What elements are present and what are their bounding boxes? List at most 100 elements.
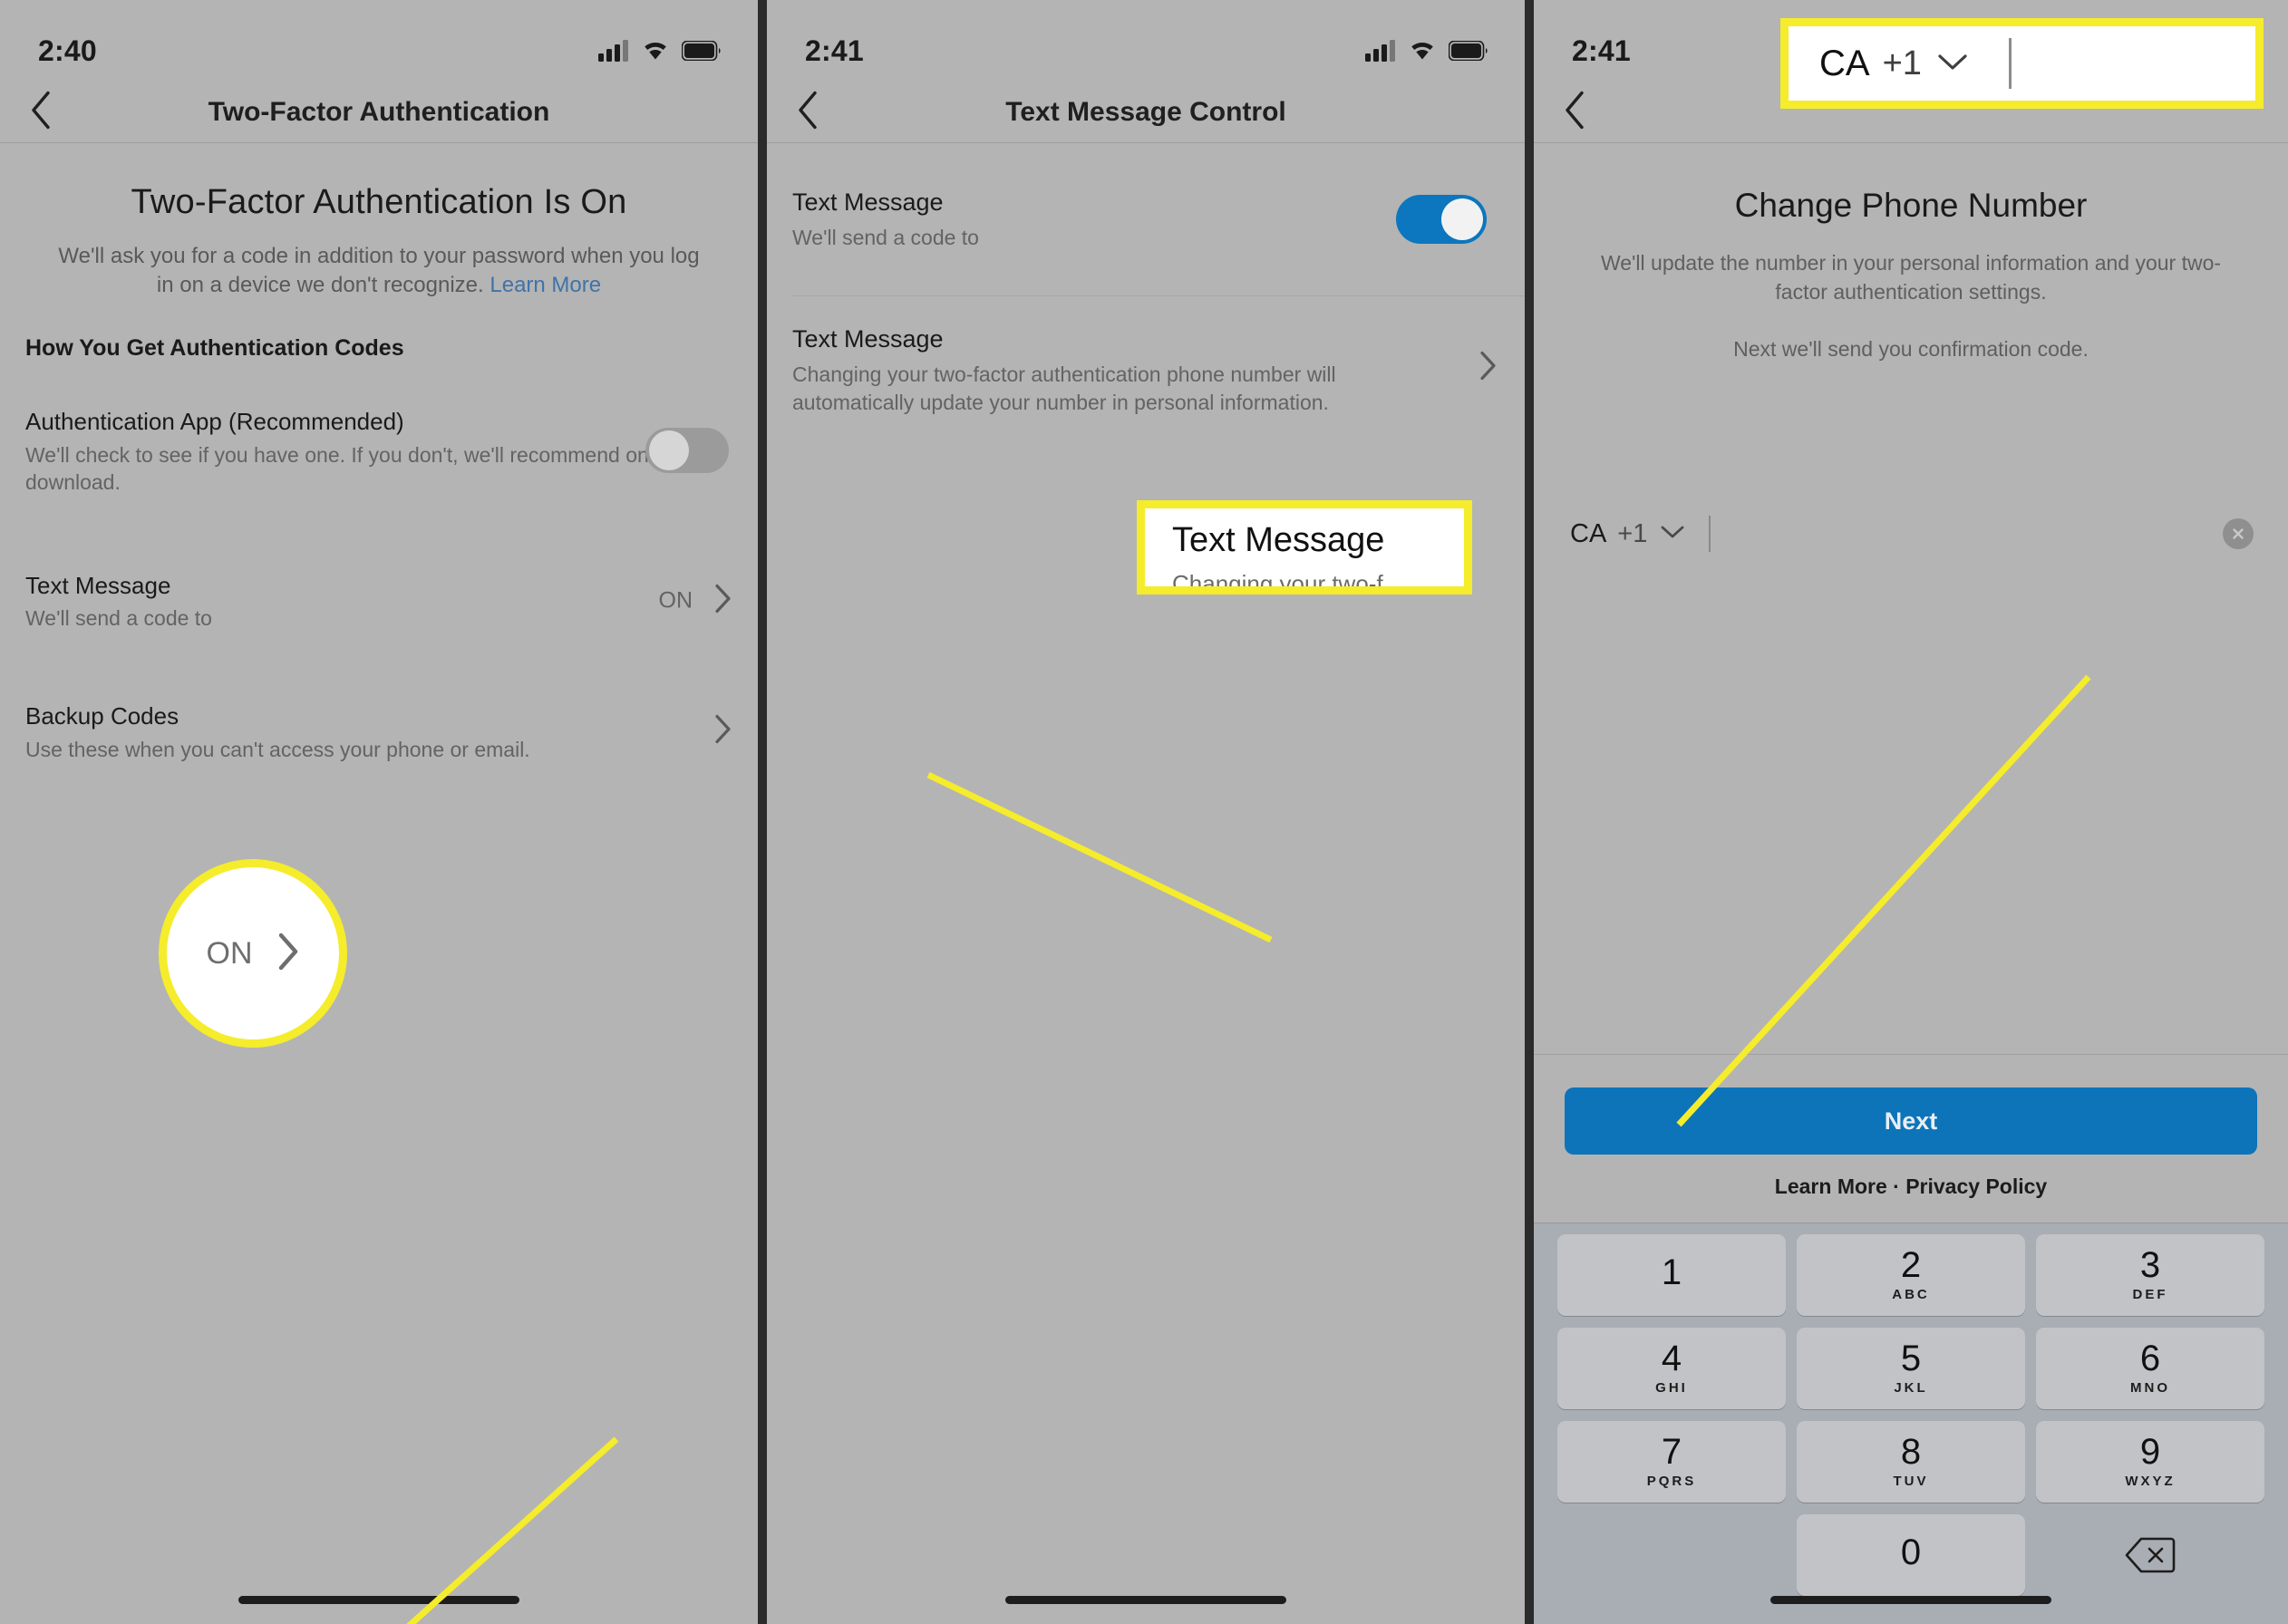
row-description: Use these when you can't access your pho… <box>25 737 530 761</box>
row-change-phone-number[interactable]: Text Message Changing your two-factor au… <box>767 296 1525 440</box>
cellular-signal-icon <box>1365 40 1395 62</box>
hero-description: We'll update the number in your personal… <box>1600 251 2222 304</box>
key-letters: GHI <box>1655 1380 1688 1397</box>
annotation-country-code: CA <box>1819 43 1870 83</box>
hero-section: Two-Factor Authentication Is On We'll as… <box>0 143 758 299</box>
key-2[interactable]: 2 ABC <box>1797 1234 2025 1316</box>
key-8[interactable]: 8 TUV <box>1797 1421 2025 1503</box>
keypad-row: 4 GHI 5 JKL 6 MNO <box>1541 1328 2281 1409</box>
screenshot-root: 2:40 Two-Factor Authentication Two-Facto… <box>0 0 2288 1624</box>
hero-section: Change Phone Number We'll update the num… <box>1534 143 2288 362</box>
annotation-subtitle: Changing your two-f <box>1172 570 1383 594</box>
annotation-dial-code: +1 <box>1882 44 1922 82</box>
nav-bar: Text Message Control <box>767 82 1525 143</box>
row-title: Text Message <box>792 188 944 216</box>
wifi-icon <box>1411 42 1433 60</box>
key-letters: JKL <box>1894 1380 1928 1397</box>
key-number: 5 <box>1900 1338 1922 1378</box>
text-message-toggle[interactable] <box>1396 194 1487 244</box>
chevron-right-icon[interactable] <box>714 714 732 749</box>
authentication-app-toggle[interactable] <box>645 428 729 474</box>
key-9[interactable]: 9 WXYZ <box>2036 1421 2264 1503</box>
next-button[interactable]: Next <box>1565 1088 2257 1155</box>
row-description: We'll send a code to <box>25 606 212 631</box>
hero-title: Two-Factor Authentication Is On <box>131 183 627 221</box>
phone-panel-two-factor: 2:40 Two-Factor Authentication Two-Facto… <box>0 0 758 1624</box>
annotation-text-caret <box>2008 38 2012 89</box>
key-5[interactable]: 5 JKL <box>1797 1328 2025 1409</box>
hero-title: Change Phone Number <box>1734 187 2088 224</box>
row-title: Authentication App (Recommended) <box>25 408 404 436</box>
backspace-icon[interactable] <box>2036 1514 2264 1596</box>
annotation-on-callout: ON <box>159 859 347 1048</box>
back-chevron-icon[interactable] <box>796 90 819 134</box>
annotation-line-on <box>406 1436 619 1624</box>
page-title: Text Message Control <box>1005 96 1286 127</box>
hero-description-2: Next we'll send you confirmation code. <box>1733 337 2089 362</box>
key-letters: WXYZ <box>2125 1474 2176 1490</box>
status-bar: 2:41 <box>767 0 1525 82</box>
dial-code-label: +1 <box>1617 518 1648 548</box>
row-authentication-app[interactable]: Authentication App (Recommended) We'll c… <box>0 383 758 517</box>
annotation-on-label: ON <box>206 935 253 971</box>
row-backup-codes[interactable]: Backup Codes Use these when you can't ac… <box>0 678 758 785</box>
keypad-row: 1 2 ABC 3 DEF <box>1541 1234 2281 1316</box>
key-6[interactable]: 6 MNO <box>2036 1328 2264 1409</box>
row-description: Changing your two-factor authentication … <box>792 362 1336 414</box>
section-header-auth-codes: How You Get Authentication Codes <box>25 335 404 362</box>
back-chevron-icon[interactable] <box>1563 90 1586 134</box>
hero-description-text: We'll ask you for a code in addition to … <box>58 244 700 297</box>
phone-panel-text-message-control: 2:41 Text Message Control Text Message W… <box>767 0 1525 1624</box>
toggle-knob <box>649 430 689 471</box>
key-number: 0 <box>1900 1532 1922 1573</box>
status-icons <box>598 40 722 62</box>
chevron-right-icon[interactable] <box>714 583 732 618</box>
keypad-row: 7 PQRS 8 TUV 9 WXYZ <box>1541 1421 2281 1503</box>
nav-bar: Two-Factor Authentication <box>0 82 758 143</box>
next-button-wrap: Next Learn More · Privacy Policy <box>1534 1055 2288 1199</box>
chevron-down-icon[interactable] <box>1660 524 1685 545</box>
key-1[interactable]: 1 <box>1557 1234 1786 1316</box>
home-indicator <box>1005 1596 1286 1604</box>
legal-links[interactable]: Learn More · Privacy Policy <box>1565 1174 2257 1199</box>
chevron-down-icon <box>1936 52 1969 76</box>
clear-circle-icon[interactable] <box>2223 518 2254 550</box>
key-0[interactable]: 0 <box>1797 1514 2025 1596</box>
status-bar: 2:40 <box>0 0 758 82</box>
toggle-knob <box>1441 198 1483 240</box>
learn-more-link[interactable]: Learn More <box>490 273 601 297</box>
chevron-right-icon[interactable] <box>1479 351 1498 386</box>
country-code-label: CA <box>1570 518 1607 548</box>
phone-panel-change-phone-number: 2:41 Change Phone Number We'll update th… <box>1534 0 2288 1624</box>
phone-number-field[interactable]: CA +1 <box>1534 498 2288 570</box>
numeric-keypad: 1 2 ABC 3 DEF 4 GHI 5 JKL 6 MNO 7 PQRS 8… <box>1534 1223 2288 1624</box>
key-3[interactable]: 3 DEF <box>2036 1234 2264 1316</box>
battery-icon <box>1449 41 1488 61</box>
key-number: 9 <box>2139 1431 2161 1472</box>
cellular-signal-icon <box>598 40 628 62</box>
key-number: 1 <box>1661 1252 1682 1293</box>
annotation-country-code-callout: CA +1 <box>1780 18 2264 109</box>
key-number: 7 <box>1661 1431 1682 1472</box>
status-clock: 2:41 <box>1572 34 1631 67</box>
wifi-icon <box>645 42 666 60</box>
key-letters: MNO <box>2130 1380 2170 1397</box>
battery-icon <box>682 41 721 61</box>
key-number: 4 <box>1661 1338 1682 1378</box>
status-clock: 2:41 <box>805 34 864 67</box>
key-7[interactable]: 7 PQRS <box>1557 1421 1786 1503</box>
keyboard-area: Next Learn More · Privacy Policy 1 2 ABC… <box>1534 1054 2288 1624</box>
key-letters: PQRS <box>1646 1474 1697 1490</box>
row-text-message[interactable]: Text Message We'll send a code to ON <box>0 547 758 654</box>
row-description: We'll check to see if you have one. If y… <box>25 442 684 494</box>
back-chevron-icon[interactable] <box>29 90 53 134</box>
home-indicator <box>238 1596 519 1604</box>
keypad-row: 0 <box>1541 1514 2281 1596</box>
row-description: We'll send a code to <box>792 226 979 249</box>
text-caret <box>1709 516 1711 553</box>
key-letters: TUV <box>1893 1474 1929 1490</box>
home-indicator <box>1770 1596 2051 1604</box>
key-4[interactable]: 4 GHI <box>1557 1328 1786 1409</box>
row-text-message-toggle[interactable]: Text Message We'll send a code to <box>767 163 1525 276</box>
status-icons <box>1365 40 1488 62</box>
